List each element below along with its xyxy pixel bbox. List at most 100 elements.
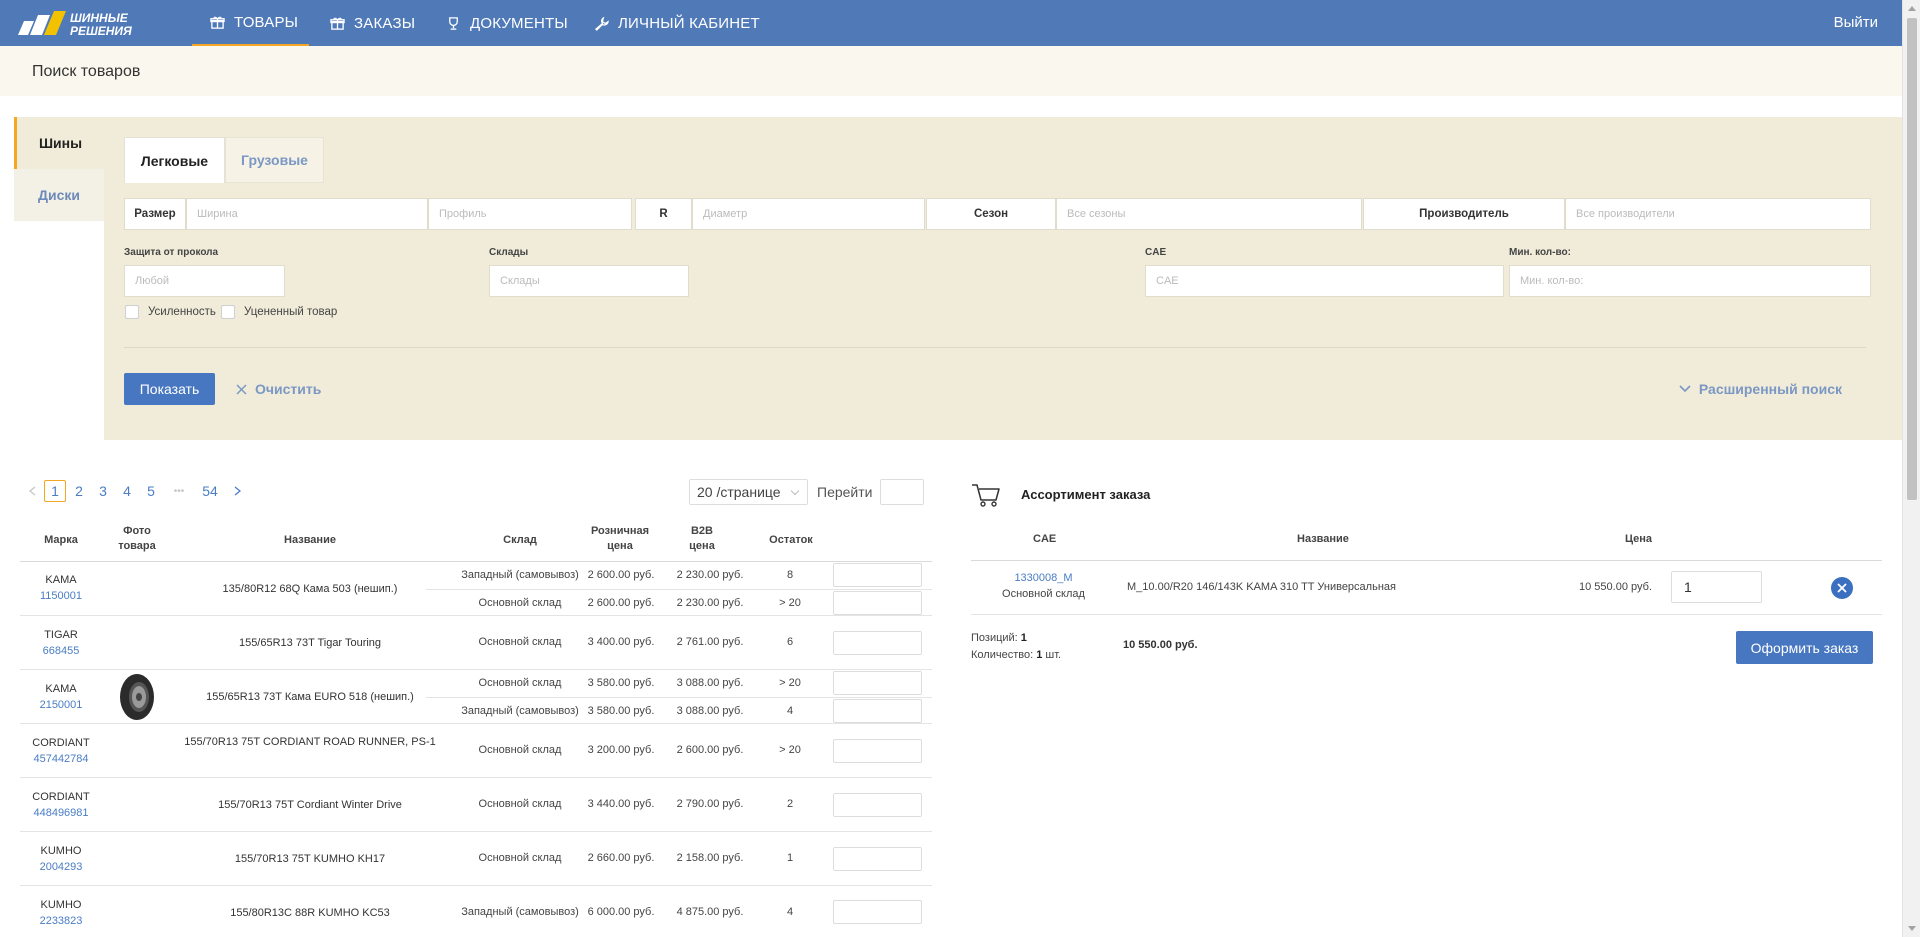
per-page-value: 20 /странице	[697, 484, 781, 500]
logout-link[interactable]: Выйти	[1834, 14, 1878, 31]
order-qty-input[interactable]: 1	[1671, 571, 1762, 603]
chevron-down-icon	[1679, 385, 1691, 393]
table-row: KUMHO 2004293 155/70R13 75T KUMHO KH17 О…	[20, 832, 932, 886]
minqty-input[interactable]: Мин. кол-во:	[1509, 265, 1871, 297]
retail-price-cell: 3 580.00 руб.	[587, 677, 655, 689]
col-name: Название	[284, 534, 336, 546]
product-code-link[interactable]: 668455	[20, 643, 102, 659]
page-3-button[interactable]: 3	[96, 480, 110, 502]
profile-select[interactable]: Профиль	[428, 198, 632, 230]
subtab-truck[interactable]: Грузовые	[225, 137, 324, 183]
quantity-input[interactable]	[833, 563, 922, 587]
quantity-input[interactable]	[833, 793, 922, 817]
nav-tab-label: ЛИЧНЫЙ КАБИНЕТ	[618, 14, 760, 32]
col-warehouse: Склад	[503, 534, 537, 546]
order-title: Ассортимент заказа	[1021, 487, 1151, 502]
nav-tab-account[interactable]: ЛИЧНЫЙ КАБИНЕТ	[594, 0, 760, 46]
table-row: KAMA 1150001 135/80R12 68Q Кама 503 (неш…	[20, 562, 932, 616]
table-row: KAMA 2150001 155/65R13 73T Кама EURO 518…	[20, 670, 932, 724]
b2b-price-cell: 4 875.00 руб.	[676, 906, 744, 918]
brand-cell: CORDIANT 448496981	[20, 789, 102, 821]
puncture-caption: Защита от прокола	[124, 247, 219, 258]
product-code-link[interactable]: 2150001	[20, 697, 102, 713]
order-code-link[interactable]: 1330008_M	[971, 570, 1116, 586]
nav-tab-orders[interactable]: ЗАКАЗЫ	[330, 0, 415, 46]
order-item-price: 10 550.00 руб.	[1579, 581, 1652, 593]
next-page-button[interactable]	[231, 480, 243, 502]
product-code-link[interactable]: 1150001	[20, 588, 102, 604]
brand-cell: CORDIANT 457442784	[20, 735, 102, 767]
brand-name: KUMHO	[40, 845, 82, 857]
diameter-select[interactable]: Диаметр	[692, 198, 925, 230]
brand-cell: KUMHO 2004293	[20, 843, 102, 875]
b2b-price-cell: 3 088.00 руб.	[676, 705, 744, 717]
season-select[interactable]: Все сезоны	[1056, 198, 1362, 230]
order-row: 1330008_M Основной склад M_10.00/R20 146…	[971, 561, 1882, 615]
quantity-label: Количество:	[971, 649, 1034, 661]
filter-panel: Легковые Грузовые Размер Ширина Профиль …	[104, 117, 1902, 440]
advanced-search-toggle[interactable]: Расширенный поиск	[1679, 381, 1842, 397]
quantity-count: 1	[1036, 649, 1043, 661]
goto-input[interactable]	[880, 479, 924, 505]
logo[interactable]: ШИННЫЕ РЕШЕНИЯ	[14, 9, 178, 37]
discounted-checkbox[interactable]	[221, 305, 235, 319]
quantity-input[interactable]	[833, 847, 922, 871]
clear-button[interactable]: Очистить	[236, 381, 321, 397]
scroll-up-icon[interactable]	[1908, 6, 1916, 11]
quantity-unit: шт.	[1045, 649, 1062, 661]
b2b-price-cell: 3 088.00 руб.	[676, 677, 744, 689]
product-name: 155/70R13 75T Cordiant Winter Drive	[218, 799, 402, 811]
subtab-passenger[interactable]: Легковые	[124, 137, 225, 183]
page-4-button[interactable]: 4	[120, 480, 134, 502]
brand-name: CORDIANT	[32, 791, 90, 803]
product-code-link[interactable]: 2233823	[20, 913, 102, 929]
quantity-input[interactable]	[833, 699, 922, 723]
retail-price-cell: 2 600.00 руб.	[587, 569, 655, 581]
cae-input[interactable]: CAE	[1145, 265, 1504, 297]
quantity-input[interactable]	[833, 900, 922, 924]
b2b-price-cell: 2 158.00 руб.	[676, 852, 744, 864]
stock-cell: 4	[786, 705, 794, 717]
reinforced-checkbox[interactable]	[125, 305, 139, 319]
gift-icon	[210, 16, 225, 29]
page-5-button[interactable]: 5	[144, 480, 158, 502]
product-code-link[interactable]: 457442784	[20, 751, 102, 767]
product-code-link[interactable]: 2004293	[20, 859, 102, 875]
page-scrollbar[interactable]	[1902, 0, 1920, 937]
nav-tab-documents[interactable]: ДОКУМЕНТЫ	[446, 0, 568, 46]
scrollbar-thumb[interactable]	[1907, 18, 1917, 500]
page-ellipsis[interactable]: •••	[168, 480, 190, 502]
manufacturer-select[interactable]: Все производители	[1565, 198, 1871, 230]
table-row: KUMHO 2233823 155/80R13C 88R KUMHO KC53 …	[20, 886, 932, 937]
retail-price-cell: 3 580.00 руб.	[587, 705, 655, 717]
page-2-button[interactable]: 2	[72, 480, 86, 502]
nav-tab-products[interactable]: ТОВАРЫ	[192, 0, 309, 46]
quantity-input[interactable]	[833, 591, 922, 615]
stock-cell: 6	[786, 636, 794, 648]
show-button[interactable]: Показать	[124, 373, 215, 405]
side-tab-wheels[interactable]: Диски	[14, 169, 104, 221]
quantity-input[interactable]	[833, 631, 922, 655]
page-1-button[interactable]: 1	[44, 480, 66, 502]
retail-price-cell: 3 440.00 руб.	[587, 798, 655, 810]
per-page-select[interactable]: 20 /странице	[689, 479, 808, 505]
warehouses-select[interactable]: Склады	[489, 265, 689, 297]
quantity-input[interactable]	[833, 739, 922, 763]
brand-name: KAMA	[45, 683, 77, 695]
brand-cell: KUMHO 2233823	[20, 897, 102, 929]
table-row: CORDIANT 448496981 155/70R13 75T Cordian…	[20, 778, 932, 832]
puncture-select[interactable]: Любой	[124, 265, 285, 297]
product-code-link[interactable]: 448496981	[20, 805, 102, 821]
table-row: TIGAR 668455 155/65R13 73T Tigar Touring…	[20, 616, 932, 670]
submit-order-button[interactable]: Оформить заказ	[1736, 631, 1873, 664]
width-select[interactable]: Ширина	[186, 198, 428, 230]
stock-cell: 1	[786, 852, 794, 864]
side-tab-tires[interactable]: Шины	[14, 117, 104, 169]
product-name: 155/70R13 75T KUMHO KH17	[234, 853, 386, 865]
remove-item-icon[interactable]	[1830, 576, 1854, 600]
page-last-button[interactable]: 54	[199, 480, 221, 502]
tire-photo[interactable]	[117, 672, 157, 722]
prev-page-button[interactable]	[26, 480, 38, 502]
scroll-down-icon[interactable]	[1908, 926, 1916, 931]
quantity-input[interactable]	[833, 671, 922, 695]
